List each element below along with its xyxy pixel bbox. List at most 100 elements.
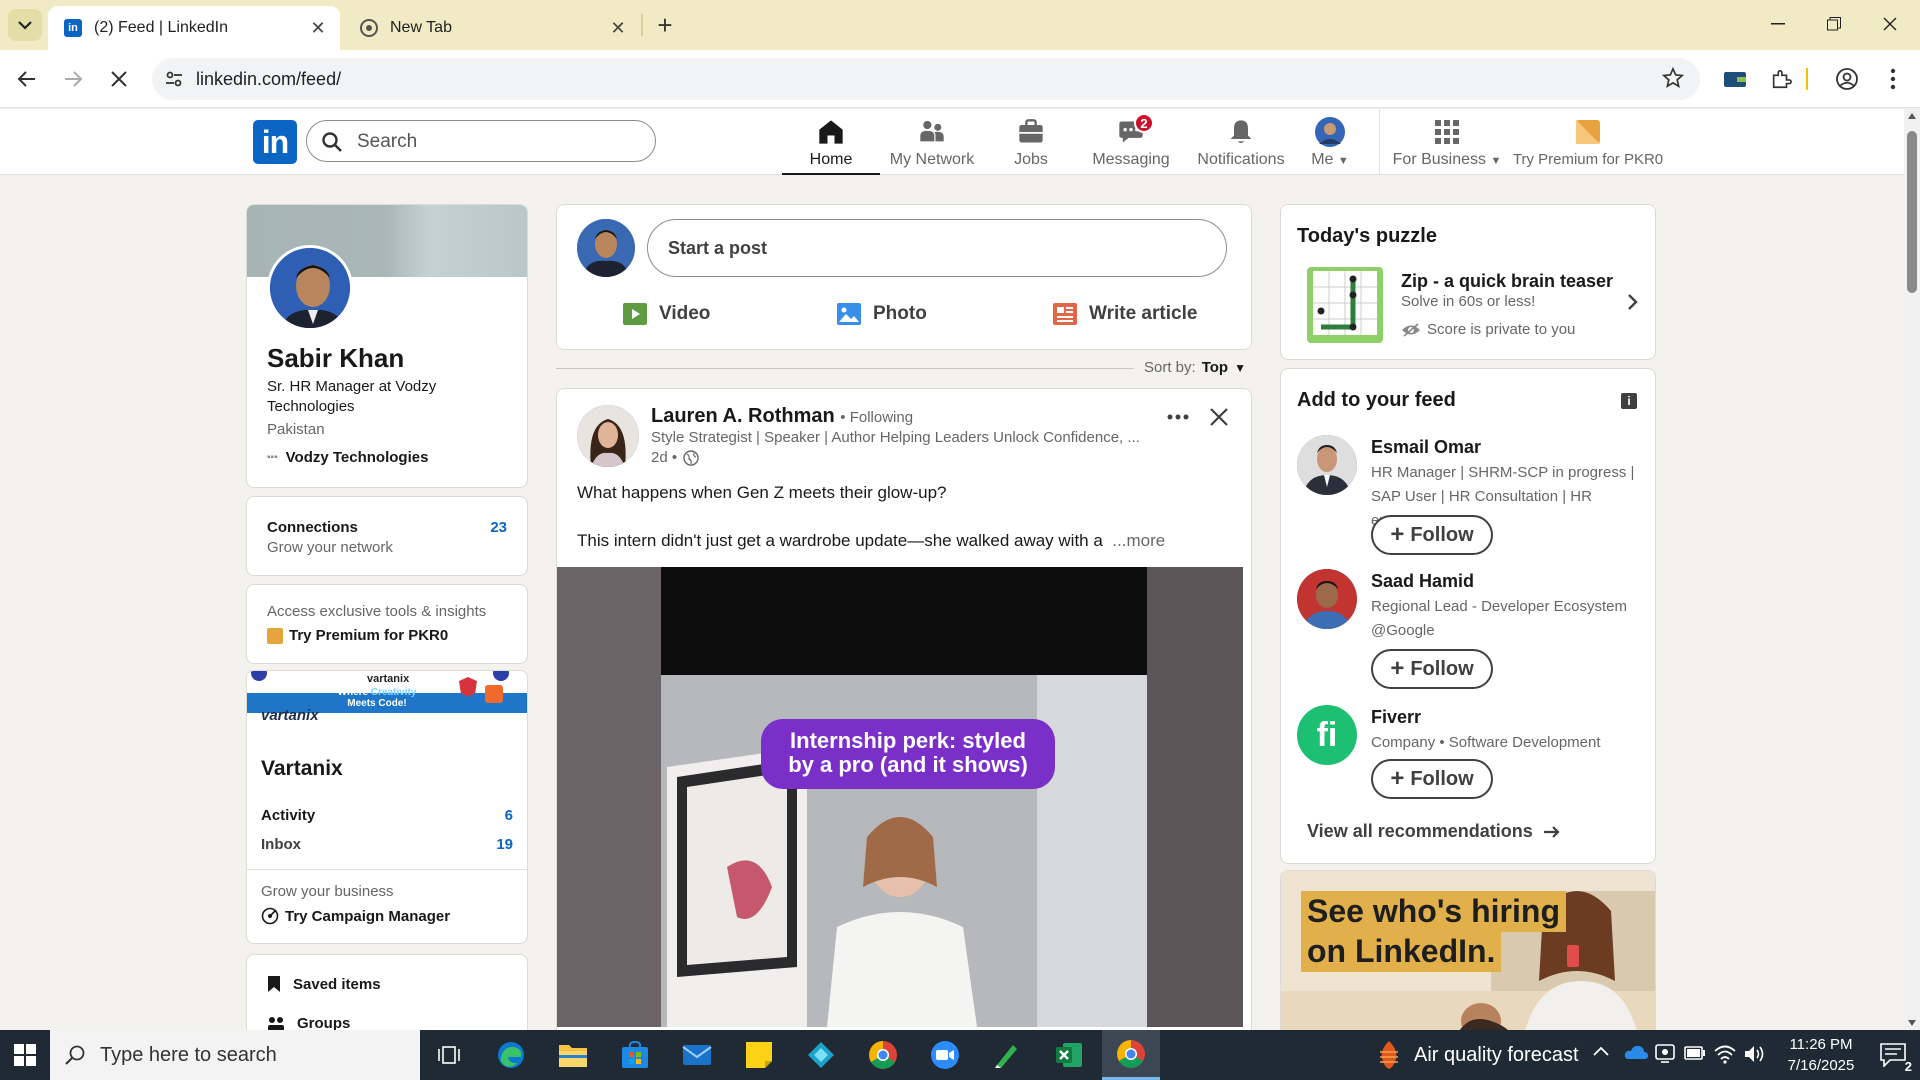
- post-author[interactable]: Lauren A. Rothman • Following: [651, 405, 913, 428]
- profile-company[interactable]: ▪▪▪ Vodzy Technologies: [267, 449, 428, 466]
- follow-button[interactable]: + Follow: [1371, 759, 1493, 799]
- follow-button[interactable]: + Follow: [1371, 515, 1493, 555]
- search-box[interactable]: [306, 120, 656, 162]
- puzzle-card[interactable]: Today's puzzle Zip - a quick brain tease…: [1280, 204, 1656, 360]
- extension-wallet-icon[interactable]: [1720, 64, 1750, 94]
- premium-link[interactable]: Try Premium for PKR0: [267, 627, 448, 644]
- scroll-up-icon[interactable]: [1908, 113, 1916, 119]
- start-post-button[interactable]: Start a post: [647, 219, 1227, 277]
- wifi-icon[interactable]: [1714, 1044, 1736, 1069]
- activity-label[interactable]: Activity: [261, 807, 315, 824]
- back-button[interactable]: [10, 62, 44, 96]
- action-center-button[interactable]: 2: [1866, 1030, 1920, 1080]
- scrollbar-thumb[interactable]: [1907, 131, 1917, 293]
- follow-button[interactable]: + Follow: [1371, 649, 1493, 689]
- follow-button-label: Follow: [1410, 767, 1474, 790]
- site-settings-icon[interactable]: [162, 67, 186, 91]
- view-all-recommendations-link[interactable]: View all recommendations: [1307, 821, 1561, 842]
- nav-me[interactable]: Me ▼: [1300, 109, 1360, 175]
- post-text-line: This intern didn't just get a wardrobe u…: [577, 529, 1197, 553]
- nav-home[interactable]: Home: [782, 109, 880, 175]
- restore-button[interactable]: [1806, 0, 1862, 48]
- see-more-link[interactable]: ...more: [1112, 531, 1165, 550]
- close-tab-icon[interactable]: ✕: [306, 16, 330, 40]
- start-button[interactable]: [0, 1030, 50, 1080]
- profile-name[interactable]: Sabir Khan: [267, 343, 404, 374]
- post-author-headline: Style Strategist | Speaker | Author Help…: [651, 429, 1140, 446]
- taskbar-edge[interactable]: [482, 1030, 540, 1080]
- nav-my-network[interactable]: My Network: [882, 109, 982, 175]
- close-tab-icon[interactable]: ✕: [606, 16, 630, 40]
- post-author-avatar[interactable]: [577, 405, 639, 467]
- saved-items-text: Saved items: [293, 975, 381, 993]
- taskbar-app-pen[interactable]: [978, 1030, 1036, 1080]
- address-bar[interactable]: linkedin.com/feed/: [152, 58, 1700, 100]
- suggestion-avatar[interactable]: [1297, 569, 1357, 629]
- taskbar-store[interactable]: [606, 1030, 664, 1080]
- suggestion-avatar[interactable]: [1297, 435, 1357, 495]
- suggestion-name[interactable]: Saad Hamid: [1371, 571, 1474, 592]
- suggestion-sub: Company • Software Development: [1371, 734, 1601, 751]
- fiverr-logo-icon[interactable]: fi: [1297, 705, 1357, 765]
- bookmark-star-icon[interactable]: [1661, 66, 1686, 91]
- taskbar-sticky-notes[interactable]: [730, 1030, 788, 1080]
- connections-count: 23: [490, 519, 507, 536]
- sort-dropdown[interactable]: Sort by: Top ▼: [1144, 359, 1246, 376]
- taskbar-chrome-1[interactable]: [854, 1030, 912, 1080]
- taskbar-search-box[interactable]: Type here to search: [50, 1030, 420, 1080]
- page-scrollbar[interactable]: [1904, 109, 1920, 1030]
- weather-widget[interactable]: Air quality forecast: [1376, 1030, 1579, 1080]
- taskbar-mail[interactable]: [668, 1030, 726, 1080]
- profile-avatar[interactable]: [267, 245, 353, 331]
- taskbar-app-blue[interactable]: [792, 1030, 850, 1080]
- volume-icon[interactable]: [1744, 1044, 1766, 1069]
- browser-menu-icon[interactable]: [1878, 64, 1908, 94]
- page-name[interactable]: Vartanix: [261, 757, 343, 781]
- inbox-label[interactable]: Inbox: [261, 836, 301, 853]
- ad-card[interactable]: See who's hiring on LinkedIn.: [1280, 870, 1656, 1050]
- nav-messaging[interactable]: 2 Messaging: [1080, 109, 1182, 175]
- post-video[interactable]: Internship perk: styled by a pro (and it…: [557, 567, 1243, 1027]
- suggestion-name[interactable]: Esmail Omar: [1371, 437, 1481, 458]
- minimize-button[interactable]: [1750, 0, 1806, 48]
- tab-title: (2) Feed | LinkedIn: [94, 19, 229, 36]
- battery-icon[interactable]: [1684, 1046, 1706, 1065]
- profile-account-icon[interactable]: [1832, 64, 1862, 94]
- close-window-button[interactable]: [1862, 0, 1918, 48]
- nav-notifications[interactable]: Notifications: [1184, 109, 1298, 175]
- tab-search-button[interactable]: [8, 9, 42, 41]
- tab-linkedin[interactable]: in (2) Feed | LinkedIn ✕: [48, 6, 340, 50]
- info-icon[interactable]: i: [1621, 393, 1637, 409]
- taskbar-chrome-active[interactable]: [1102, 1030, 1160, 1080]
- write-article-button[interactable]: Write article: [1053, 303, 1197, 325]
- nav-for-business[interactable]: For Business ▼: [1392, 109, 1502, 175]
- taskbar-file-explorer[interactable]: [544, 1030, 602, 1080]
- dismiss-post-icon[interactable]: [1207, 405, 1231, 429]
- extensions-puzzle-icon[interactable]: [1766, 64, 1796, 94]
- premium-card[interactable]: Access exclusive tools & insights Try Pr…: [246, 584, 528, 664]
- video-button[interactable]: Video: [623, 303, 710, 325]
- chevron-up-icon[interactable]: [1592, 1044, 1610, 1062]
- search-input[interactable]: [357, 130, 637, 154]
- onedrive-icon[interactable]: [1624, 1044, 1648, 1065]
- taskbar-clock[interactable]: 11:26 PM 7/16/2025: [1776, 1034, 1866, 1076]
- nav-try-premium[interactable]: Try Premium for PKR0: [1508, 109, 1668, 175]
- taskbar-excel[interactable]: [1040, 1030, 1098, 1080]
- stop-loading-button[interactable]: [102, 62, 136, 96]
- meet-now-icon[interactable]: [1654, 1042, 1676, 1069]
- composer-avatar[interactable]: [577, 219, 635, 277]
- task-view-button[interactable]: [420, 1030, 478, 1080]
- linkedin-logo-icon[interactable]: in: [253, 120, 297, 164]
- scroll-down-icon[interactable]: [1908, 1020, 1916, 1026]
- post-more-options-icon[interactable]: [1163, 405, 1193, 429]
- connections-card[interactable]: Connections Grow your network 23: [246, 496, 528, 576]
- campaign-manager-link[interactable]: Try Campaign Manager: [261, 907, 450, 925]
- forward-button[interactable]: [56, 62, 90, 96]
- saved-items-link[interactable]: Saved items: [267, 975, 381, 993]
- taskbar-zoom[interactable]: [916, 1030, 974, 1080]
- tab-new-tab[interactable]: New Tab ✕: [344, 6, 640, 50]
- suggestion-name[interactable]: Fiverr: [1371, 707, 1421, 728]
- photo-button[interactable]: Photo: [837, 303, 927, 325]
- new-tab-button[interactable]: +: [650, 10, 680, 40]
- nav-jobs[interactable]: Jobs: [982, 109, 1080, 175]
